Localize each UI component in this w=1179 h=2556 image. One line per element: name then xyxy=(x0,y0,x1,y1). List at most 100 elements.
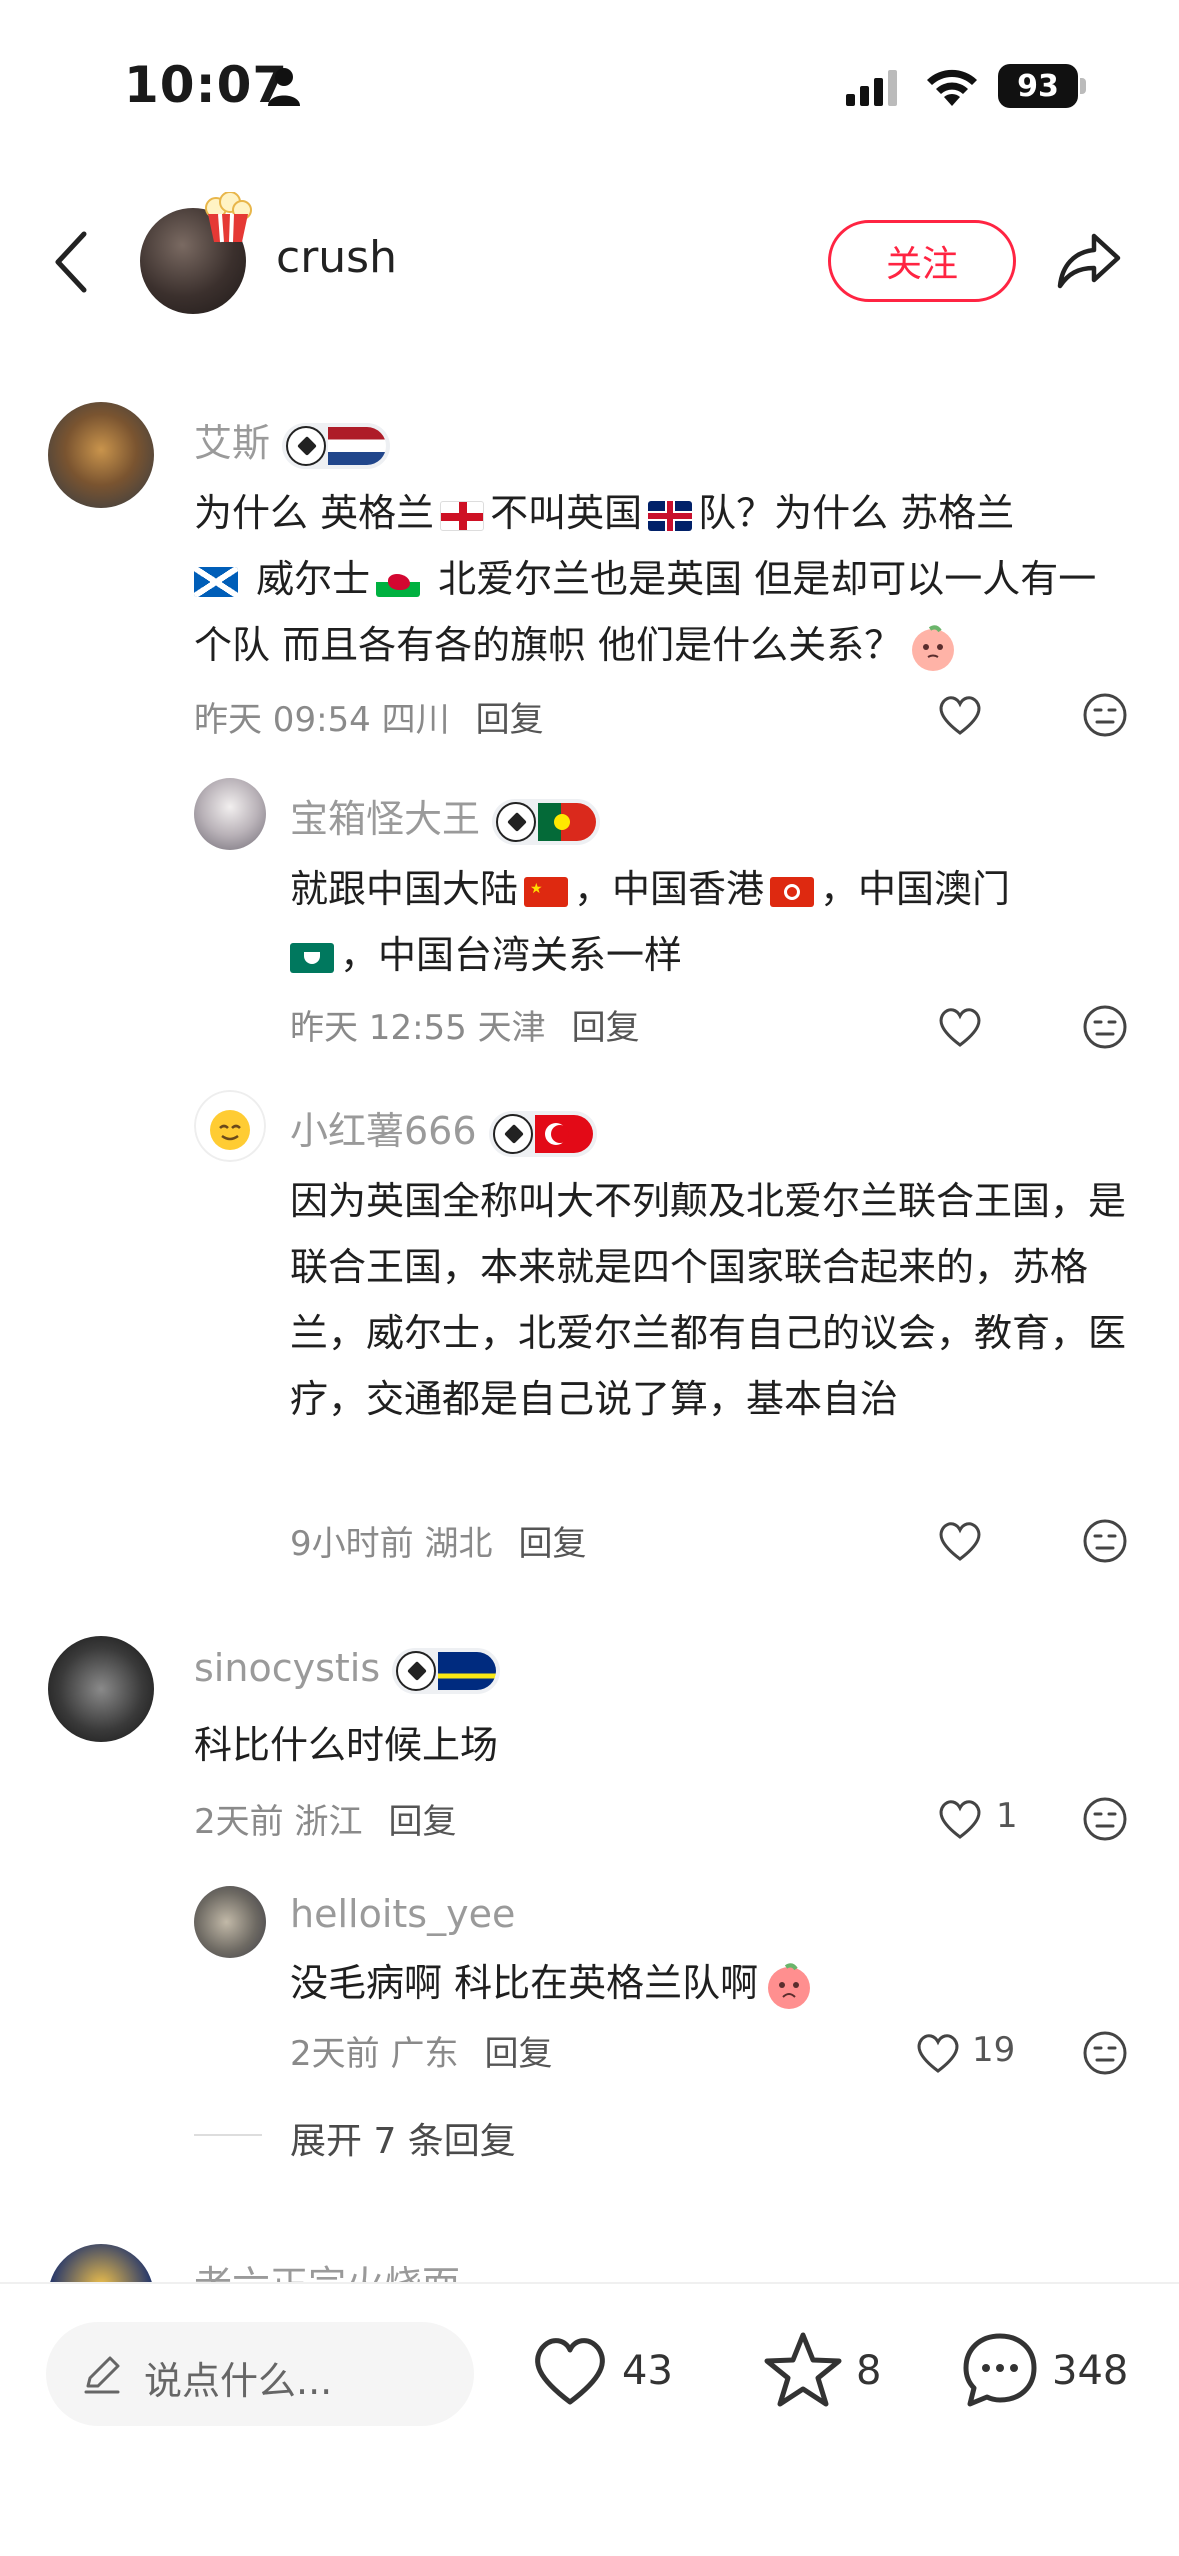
commenter-name[interactable]: 艾斯 xyxy=(194,412,391,469)
commenter-avatar[interactable] xyxy=(194,1090,266,1162)
like-count: 1 xyxy=(996,1796,1018,1836)
dislike-face-icon[interactable] xyxy=(1082,1796,1128,1842)
thinking-peach-emoji-icon xyxy=(912,624,955,671)
soccer-ball-icon xyxy=(496,801,537,842)
like-count: 19 xyxy=(972,2030,1016,2070)
post-header: crush 关注 xyxy=(0,180,1179,340)
portugal-flag-icon xyxy=(538,802,597,841)
pencil-icon xyxy=(84,2356,120,2394)
comment-text-part: 就跟中国大陆 xyxy=(290,867,519,911)
commenter-name-text: 小红薯666 xyxy=(290,1109,477,1153)
battery-tip xyxy=(1080,78,1086,94)
commenter-name[interactable]: 宝箱怪大王 xyxy=(290,788,601,845)
status-time: 10:07 xyxy=(124,56,289,114)
commenter-name-text: 艾斯 xyxy=(194,421,271,465)
soccer-ball-icon xyxy=(492,1113,533,1154)
crying-peach-emoji-icon xyxy=(768,1962,811,2009)
commenter-avatar[interactable] xyxy=(194,778,266,850)
comment-count: 348 xyxy=(1052,2348,1129,2394)
comment-text-part: 没毛病啊 科比在英格兰队啊 xyxy=(290,1961,759,2005)
comment-text-part: ，中国香港 xyxy=(574,867,765,911)
netherlands-flag-icon xyxy=(328,426,387,465)
comment-text-part: ，中国澳门 xyxy=(820,867,1011,911)
like-heart-icon[interactable] xyxy=(530,2334,610,2408)
heart-icon[interactable] xyxy=(936,692,984,736)
comment-text-part: 队？为什么 苏格兰 xyxy=(698,491,1015,535)
back-chevron-icon[interactable] xyxy=(48,230,98,294)
team-badge xyxy=(488,1110,597,1157)
comment-input[interactable]: 说点什么... xyxy=(46,2322,474,2426)
comment-meta: 昨天 09:54 四川 回复 xyxy=(194,692,544,741)
dislike-face-icon[interactable] xyxy=(1082,1518,1128,1564)
comment-meta: 昨天 12:55 天津 回复 xyxy=(290,1000,640,1049)
dislike-face-icon[interactable] xyxy=(1082,2030,1128,2076)
author-name[interactable]: crush xyxy=(276,232,397,283)
reply-button[interactable]: 回复 xyxy=(388,1802,456,1842)
comment-meta: 2天前 浙江 回复 xyxy=(194,1794,456,1843)
commenter-avatar[interactable] xyxy=(48,1636,154,1742)
commenter-name-text: 宝箱怪大王 xyxy=(290,797,481,841)
commenter-avatar[interactable] xyxy=(48,402,154,508)
comment-text: 就跟中国大陆 ★ ，中国香港 ，中国澳门 ，中国台湾关系一样 xyxy=(290,856,1120,988)
comment-text: 科比什么时候上场 xyxy=(194,1723,499,1767)
curacao-flag-icon xyxy=(438,1651,497,1690)
commenter-name[interactable]: helloits_yee xyxy=(290,1892,515,1936)
comment-text-part: ，中国台湾关系一样 xyxy=(340,933,683,977)
comment-time-location: 9小时前 湖北 xyxy=(290,1524,493,1564)
dislike-face-icon[interactable] xyxy=(1082,1004,1128,1050)
soccer-ball-icon xyxy=(396,1650,437,1691)
commenter-avatar[interactable] xyxy=(194,1886,266,1958)
comment-text: 为什么 英格兰 不叫英国 队？为什么 苏格兰 威尔士 北爱尔兰也是英国 但是却可以一… xyxy=(194,480,1114,678)
heart-icon[interactable] xyxy=(936,1518,984,1562)
comment-time-location: 昨天 12:55 天津 xyxy=(290,1008,546,1048)
comment-text: 因为英国全称叫大不列颠及北爱尔兰联合王国，是联合王国，本来就是四个国家联合起来的… xyxy=(290,1179,1127,1421)
comment-time-location: 昨天 09:54 四川 xyxy=(194,700,450,740)
hong-kong-flag-icon xyxy=(770,876,815,907)
china-flag-icon: ★ xyxy=(524,876,569,907)
team-badge xyxy=(492,798,601,845)
turkey-flag-icon xyxy=(534,1114,593,1153)
reply-button[interactable]: 回复 xyxy=(572,1008,640,1048)
comment-text-part: 为什么 英格兰 xyxy=(194,491,435,535)
follow-button[interactable]: 关注 xyxy=(828,220,1016,302)
commenter-name-text: sinocystis xyxy=(194,1646,381,1690)
status-bar: 10:07 93 xyxy=(0,0,1179,160)
comment-bubble-icon[interactable] xyxy=(960,2330,1040,2410)
comment-text-part: 不叫英国 xyxy=(490,491,643,535)
comment-meta: 2天前 广东 回复 xyxy=(290,2026,552,2075)
wifi-icon xyxy=(927,69,977,106)
person-icon xyxy=(268,68,300,106)
comment-text-part: 威尔士 xyxy=(244,557,371,601)
scotland-flag-icon xyxy=(194,566,238,597)
uk-flag-icon xyxy=(648,500,693,531)
team-badge xyxy=(392,1647,501,1694)
heart-icon[interactable] xyxy=(936,1004,984,1048)
soccer-ball-icon xyxy=(286,425,327,466)
battery-indicator: 93 xyxy=(998,64,1078,108)
comment-time-location: 2天前 广东 xyxy=(290,2034,459,2074)
comment-time-location: 2天前 浙江 xyxy=(194,1802,363,1842)
cellular-signal-icon xyxy=(846,70,897,106)
reply-button[interactable]: 回复 xyxy=(484,2034,552,2074)
expand-replies-label: 展开 7 条回复 xyxy=(290,2121,516,2162)
macau-flag-icon xyxy=(290,942,334,973)
team-badge xyxy=(282,422,391,469)
commenter-name[interactable]: 小红薯666 xyxy=(290,1100,597,1157)
favorite-count: 8 xyxy=(856,2348,882,2394)
comment-meta: 9小时前 湖北 回复 xyxy=(290,1516,586,1565)
wales-flag-icon xyxy=(376,566,421,597)
commenter-name[interactable]: sinocystis xyxy=(194,1646,501,1694)
dislike-face-icon[interactable] xyxy=(1082,692,1128,738)
favorite-star-icon[interactable] xyxy=(762,2330,844,2410)
england-flag-icon xyxy=(440,500,485,531)
input-placeholder: 说点什么... xyxy=(144,2359,333,2403)
expand-divider xyxy=(194,2134,262,2136)
bottom-action-bar: 说点什么... 43 8 348 xyxy=(0,2282,1179,2556)
like-count: 43 xyxy=(622,2348,673,2394)
heart-icon[interactable] xyxy=(914,2030,962,2074)
reply-button[interactable]: 回复 xyxy=(518,1524,586,1564)
reply-button[interactable]: 回复 xyxy=(476,700,544,740)
share-icon[interactable] xyxy=(1054,226,1124,296)
heart-icon[interactable] xyxy=(936,1796,984,1840)
popcorn-decoration-icon xyxy=(205,192,252,243)
